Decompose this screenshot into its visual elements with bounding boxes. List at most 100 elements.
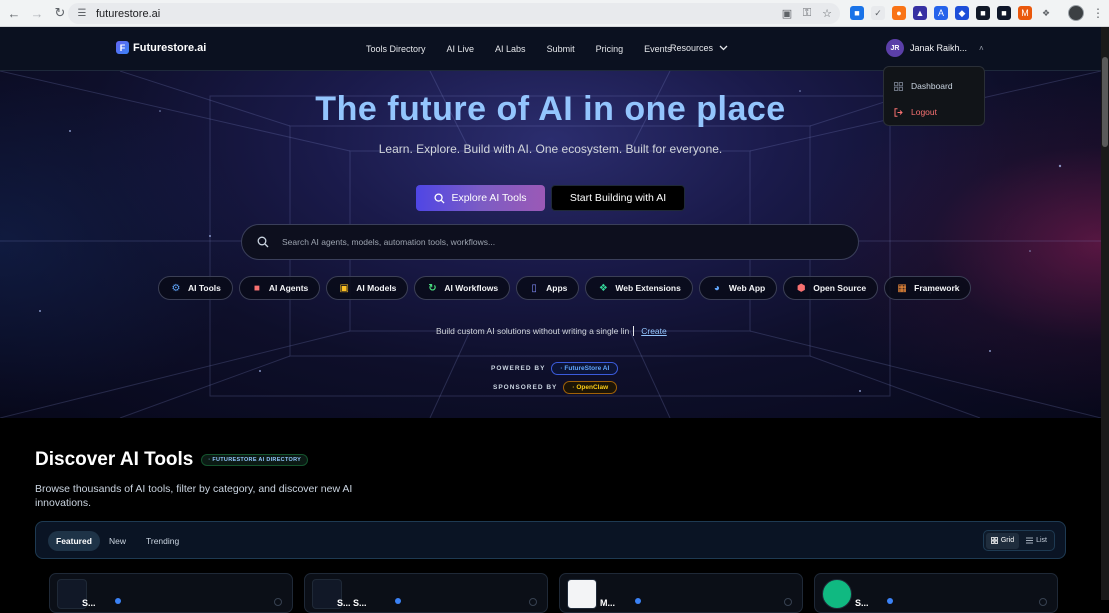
tool-card[interactable]: M... (559, 573, 803, 613)
main-nav: Tools Directory AI Live AI Labs Submit P… (366, 44, 693, 54)
chevron-up-icon: ˄ (979, 43, 984, 53)
chip-ai-workflows[interactable]: ↻ AI Workflows (414, 276, 511, 300)
create-link[interactable]: Create (641, 326, 667, 336)
dropdown-logout[interactable]: Logout (884, 99, 984, 125)
tool-thumbnail (567, 579, 597, 609)
chevron-down-icon (719, 45, 728, 51)
nav-ai-labs[interactable]: AI Labs (495, 44, 526, 54)
chip-open-source[interactable]: ⬢ Open Source (783, 276, 879, 300)
bookmark-icon[interactable] (529, 598, 537, 606)
globe-icon: ◕ (713, 282, 720, 294)
extension-icon[interactable]: ■ (976, 6, 990, 20)
explore-ai-tools-button[interactable]: Explore AI Tools (416, 185, 545, 211)
chip-ai-agents[interactable]: ■ AI Agents (238, 276, 321, 300)
tool-thumbnail (822, 579, 852, 609)
list-icon (1026, 537, 1034, 544)
kebab-menu-icon[interactable]: ⋮ (1092, 6, 1104, 20)
chip-label: AI Tools (188, 283, 221, 293)
tool-card[interactable]: S... (814, 573, 1058, 613)
cube-icon: ⬢ (796, 282, 806, 294)
chip-framework[interactable]: ▦ Framework (884, 276, 972, 300)
start-building-button[interactable]: Start Building with AI (551, 185, 685, 211)
view-grid-label: Grid (1000, 537, 1015, 544)
chip-ai-tools[interactable]: ⚙ AI Tools (158, 276, 233, 300)
chip-label: AI Workflows (444, 283, 499, 293)
phone-icon: ▯ (531, 282, 537, 294)
nav-tools-directory[interactable]: Tools Directory (366, 44, 426, 54)
logo-text: Futurestore.ai (133, 41, 207, 54)
puzzle-icon: ❖ (598, 282, 608, 294)
user-menu[interactable]: JR Janak Raikh... ˄ (886, 39, 984, 57)
chip-web-extensions[interactable]: ❖ Web Extensions (585, 276, 693, 300)
powered-by: POWERED BY · FutureStore AI (491, 362, 619, 375)
nav-resources[interactable]: Resources (670, 43, 728, 53)
chip-label: Framework (914, 283, 960, 293)
chip-label: AI Models (356, 283, 397, 293)
search-icon (434, 192, 445, 204)
extension-icon[interactable]: M (1018, 6, 1032, 20)
directory-badge: · FUTURESTORE AI DIRECTORY (201, 454, 309, 466)
view-list-button[interactable]: List (1021, 533, 1052, 549)
view-toggle: Grid List (982, 530, 1055, 551)
chip-label: AI Agents (268, 283, 309, 293)
star-icon[interactable]: ☆ (820, 6, 834, 20)
browser-profile-avatar[interactable] (1068, 5, 1084, 21)
verified-icon (635, 598, 641, 604)
chip-web-app[interactable]: ◕ Web App (698, 276, 778, 300)
dropdown-dashboard[interactable]: Dashboard (884, 73, 984, 99)
extension-icon[interactable]: ● (892, 6, 906, 20)
custom-solutions-text: Build custom AI solutions without writin… (436, 326, 630, 336)
extension-icon[interactable]: ■ (850, 6, 864, 20)
chip-apps[interactable]: ▯ Apps (516, 276, 580, 300)
extensions-bar: ■ ✓ ● ▲ A ◆ ■ ■ M ❖ (850, 6, 1053, 20)
hero-search-bar[interactable] (241, 224, 859, 260)
tab-new[interactable]: New (101, 531, 134, 551)
nav-resources-label: Resources (670, 43, 714, 53)
extension-icon[interactable]: ▲ (913, 6, 927, 20)
arrow-right-icon[interactable]: → (28, 4, 46, 22)
extension-icon[interactable]: A (934, 6, 948, 20)
extension-icon[interactable]: ■ (997, 6, 1011, 20)
tab-trending[interactable]: Trending (138, 531, 187, 551)
reload-icon[interactable]: ↻ (51, 4, 69, 22)
custom-solutions-line: Build custom AI solutions without writin… (436, 326, 667, 336)
tool-card[interactable]: S... S... (304, 573, 548, 613)
nav-submit[interactable]: Submit (547, 44, 575, 54)
gear-icon: ⚙ (171, 282, 181, 294)
verified-icon (115, 598, 121, 604)
sponsored-by-badge[interactable]: · OpenClaw (563, 381, 618, 394)
key-icon[interactable]: ⚿ (800, 6, 814, 20)
arrow-left-icon[interactable]: ← (5, 4, 23, 22)
puzzle-icon[interactable]: ❖ (1039, 6, 1053, 20)
nav-events[interactable]: Events (644, 44, 672, 54)
page-scrollbar[interactable] (1101, 27, 1109, 600)
scrollbar-thumb[interactable] (1102, 57, 1108, 147)
discover-header: Discover AI Tools · FUTURESTORE AI DIREC… (35, 449, 309, 471)
powered-by-badge[interactable]: · FutureStore AI (551, 362, 619, 375)
search-input[interactable] (282, 237, 822, 247)
address-bar[interactable]: ☰ futurestore.ai ▣ ⚿ ☆ (68, 3, 840, 24)
bookmark-icon[interactable] (274, 598, 282, 606)
extension-icon[interactable]: ◆ (955, 6, 969, 20)
dropdown-dashboard-label: Dashboard (911, 81, 953, 91)
typing-cursor (633, 326, 635, 336)
chip-ai-models[interactable]: ▣ AI Models (326, 276, 409, 300)
discover-subtitle: Browse thousands of AI tools, filter by … (35, 483, 353, 509)
nav-pricing[interactable]: Pricing (596, 44, 624, 54)
dashboard-icon (894, 81, 903, 91)
site-logo[interactable]: F Futurestore.ai (116, 41, 206, 54)
refresh-icon: ↻ (428, 282, 437, 294)
tool-card[interactable]: S... (49, 573, 293, 613)
url-text[interactable]: futurestore.ai (96, 8, 160, 20)
chip-label: Web App (728, 283, 766, 293)
logo-mark-icon: F (116, 41, 129, 54)
bookmark-icon[interactable] (784, 598, 792, 606)
nav-ai-live[interactable]: AI Live (447, 44, 475, 54)
tab-featured[interactable]: Featured (48, 531, 100, 551)
view-grid-button[interactable]: Grid (985, 532, 1020, 549)
cast-icon[interactable]: ▣ (780, 6, 794, 20)
extension-icon[interactable]: ✓ (871, 6, 885, 20)
site-info-icon[interactable]: ☰ (76, 8, 88, 20)
bookmark-icon[interactable] (1039, 598, 1047, 606)
tools-filter-bar: Featured New Trending Grid List (35, 521, 1066, 559)
